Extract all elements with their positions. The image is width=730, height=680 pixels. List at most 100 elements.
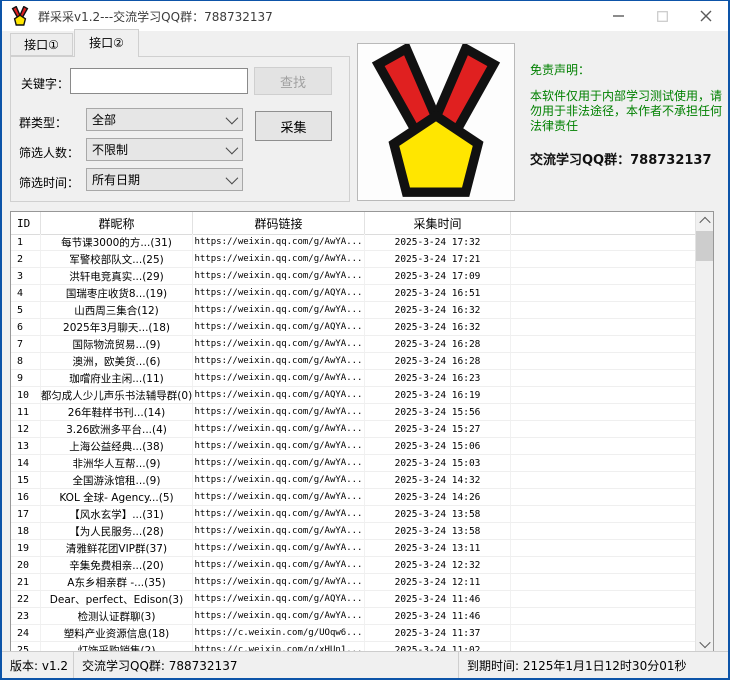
table-row[interactable]: 14 非洲华人互帮...(9) https://weixin.qq.com/g/… <box>11 455 696 472</box>
table-row[interactable]: 11 26年鞋样书刊...(14) https://weixin.qq.com/… <box>11 404 696 421</box>
table-row[interactable]: 22 Dear、perfect、Edison(3) https://weixin… <box>11 591 696 608</box>
table-row[interactable]: 18 【为人民服务...(28) https://weixin.qq.com/g… <box>11 523 696 540</box>
cell-link: https://weixin.qq.com/g/AwYA... <box>193 404 365 420</box>
table-row[interactable]: 7 国际物流贸易...(9) https://weixin.qq.com/g/A… <box>11 336 696 353</box>
cell-name: 26年鞋样书刊...(14) <box>41 404 193 420</box>
cell-link: https://weixin.qq.com/g/AwYA... <box>193 421 365 437</box>
cell-id: 5 <box>11 302 41 318</box>
cell-time: 2025-3-24 16:19 <box>365 387 511 403</box>
cell-link: https://weixin.qq.com/g/AwYA... <box>193 268 365 284</box>
time-filter-select[interactable]: 所有日期 <box>86 168 243 191</box>
cell-name: 都匀成人少儿声乐书法辅导群(0) <box>41 387 193 403</box>
table-row[interactable]: 8 澳洲，欧美货...(6) https://weixin.qq.com/g/A… <box>11 353 696 370</box>
cell-name: A东乡相亲群 -...(35) <box>41 574 193 590</box>
cell-time: 2025-3-24 11:46 <box>365 608 511 624</box>
table-row[interactable]: 2 军警校部队文...(25) https://weixin.qq.com/g/… <box>11 251 696 268</box>
table-row[interactable]: 17 【风水玄学】...(31) https://weixin.qq.com/g… <box>11 506 696 523</box>
maximize-icon <box>657 11 668 22</box>
table-row[interactable]: 10 都匀成人少儿声乐书法辅导群(0) https://weixin.qq.co… <box>11 387 696 404</box>
header-time[interactable]: 采集时间 <box>365 212 511 234</box>
cell-name: 国际物流贸易...(9) <box>41 336 193 352</box>
tab-page: 关键字： 查找 群类型： 全部 采集 筛选人数： 不限制 筛选时间： 所有日期 <box>10 56 350 202</box>
tab-interface-2[interactable]: 接口② <box>74 29 139 57</box>
cell-id: 23 <box>11 608 41 624</box>
table-body: 1 每节课3000的方...(31) https://weixin.qq.com… <box>11 234 696 652</box>
table-row[interactable]: 4 国瑞枣庄收货8...(19) https://weixin.qq.com/g… <box>11 285 696 302</box>
table-row[interactable]: 16 KOL 全球- Agency...(5) https://weixin.q… <box>11 489 696 506</box>
cell-link: https://weixin.qq.com/g/AwYA... <box>193 234 365 250</box>
scroll-up-button[interactable] <box>696 212 713 229</box>
cell-name: 塑料产业资源信息(18) <box>41 625 193 641</box>
people-filter-select[interactable]: 不限制 <box>86 138 243 161</box>
table-row[interactable]: 13 上海公益经典...(38) https://weixin.qq.com/g… <box>11 438 696 455</box>
find-button[interactable]: 查找 <box>254 67 332 95</box>
chevron-down-icon <box>699 636 710 647</box>
cell-name: 全国游泳馆租...(9) <box>41 472 193 488</box>
logo-panel <box>357 43 515 201</box>
scroll-down-button[interactable] <box>696 635 713 652</box>
close-icon <box>700 10 712 22</box>
table-row[interactable]: 15 全国游泳馆租...(9) https://weixin.qq.com/g/… <box>11 472 696 489</box>
cell-id: 17 <box>11 506 41 522</box>
cell-time: 2025-3-24 15:56 <box>365 404 511 420</box>
close-button[interactable] <box>684 1 728 31</box>
cell-filler <box>511 625 696 641</box>
table-row[interactable]: 24 塑料产业资源信息(18) https://c.weixin.com/g/U… <box>11 625 696 642</box>
table-row[interactable]: 9 珈嚐府业主闲...(11) https://weixin.qq.com/g/… <box>11 370 696 387</box>
cell-name: 每节课3000的方...(31) <box>41 234 193 250</box>
cell-id: 15 <box>11 472 41 488</box>
cell-filler <box>511 574 696 590</box>
cell-name: Dear、perfect、Edison(3) <box>41 591 193 607</box>
table-row[interactable]: 12 3.26欧洲多平台...(4) https://weixin.qq.com… <box>11 421 696 438</box>
header-link[interactable]: 群码链接 <box>193 212 365 234</box>
cell-link: https://weixin.qq.com/g/AwYA... <box>193 608 365 624</box>
cell-id: 10 <box>11 387 41 403</box>
minimize-button[interactable] <box>596 1 640 31</box>
cell-time: 2025-3-24 14:26 <box>365 489 511 505</box>
table-row[interactable]: 21 A东乡相亲群 -...(35) https://weixin.qq.com… <box>11 574 696 591</box>
tab-interface-1[interactable]: 接口① <box>10 33 73 56</box>
cell-id: 21 <box>11 574 41 590</box>
cell-name: 上海公益经典...(38) <box>41 438 193 454</box>
table-row[interactable]: 23 检测认证群聊(3) https://weixin.qq.com/g/AwY… <box>11 608 696 625</box>
table-row[interactable]: 20 辛集免费相亲...(20) https://weixin.qq.com/g… <box>11 557 696 574</box>
qq-group-line: 交流学习QQ群：788732137 <box>530 149 712 168</box>
cell-id: 8 <box>11 353 41 369</box>
group-table: ID 群昵称 群码链接 采集时间 1 每节课3000的方...(31) http… <box>10 211 714 653</box>
group-type-select[interactable]: 全部 <box>86 108 243 131</box>
cell-filler <box>511 285 696 301</box>
cell-time: 2025-3-24 11:37 <box>365 625 511 641</box>
cell-name: 非洲华人互帮...(9) <box>41 455 193 471</box>
cell-filler <box>511 489 696 505</box>
cell-name: 清雅鲜花团VIP群(37) <box>41 540 193 556</box>
cell-link: https://weixin.qq.com/g/AwYA... <box>193 523 365 539</box>
table-row[interactable]: 1 每节课3000的方...(31) https://weixin.qq.com… <box>11 234 696 251</box>
keyword-input[interactable] <box>70 68 248 94</box>
cell-link: https://weixin.qq.com/g/AwYA... <box>193 472 365 488</box>
cell-name: 【为人民服务...(28) <box>41 523 193 539</box>
cell-link: https://weixin.qq.com/g/AwYA... <box>193 336 365 352</box>
table-row[interactable]: 5 山西周三集合(12) https://weixin.qq.com/g/AwY… <box>11 302 696 319</box>
header-id[interactable]: ID <box>11 212 41 234</box>
group-type-label: 群类型： <box>19 114 67 131</box>
cell-name: 国瑞枣庄收货8...(19) <box>41 285 193 301</box>
cell-link: https://weixin.qq.com/g/AwYA... <box>193 506 365 522</box>
cell-time: 2025-3-24 16:32 <box>365 302 511 318</box>
table-row[interactable]: 6 2025年3月聊天...(18) https://weixin.qq.com… <box>11 319 696 336</box>
cell-id: 20 <box>11 557 41 573</box>
cell-time: 2025-3-24 15:06 <box>365 438 511 454</box>
table-row[interactable]: 19 清雅鲜花团VIP群(37) https://weixin.qq.com/g… <box>11 540 696 557</box>
table-row[interactable]: 3 洪轩电竞真实...(29) https://weixin.qq.com/g/… <box>11 268 696 285</box>
people-filter-value: 不限制 <box>92 141 128 158</box>
cell-link: https://weixin.qq.com/g/AQYA... <box>193 387 365 403</box>
window-title: 群采采v1.2---交流学习QQ群：788732137 <box>38 8 273 25</box>
cell-time: 2025-3-24 12:32 <box>365 557 511 573</box>
cell-filler <box>511 540 696 556</box>
header-name[interactable]: 群昵称 <box>41 212 193 234</box>
collect-button[interactable]: 采集 <box>255 111 332 141</box>
scroll-thumb[interactable] <box>696 231 713 261</box>
cell-id: 1 <box>11 234 41 250</box>
table-scrollbar[interactable] <box>695 212 713 652</box>
maximize-button[interactable] <box>640 1 684 31</box>
cell-name: 【风水玄学】...(31) <box>41 506 193 522</box>
